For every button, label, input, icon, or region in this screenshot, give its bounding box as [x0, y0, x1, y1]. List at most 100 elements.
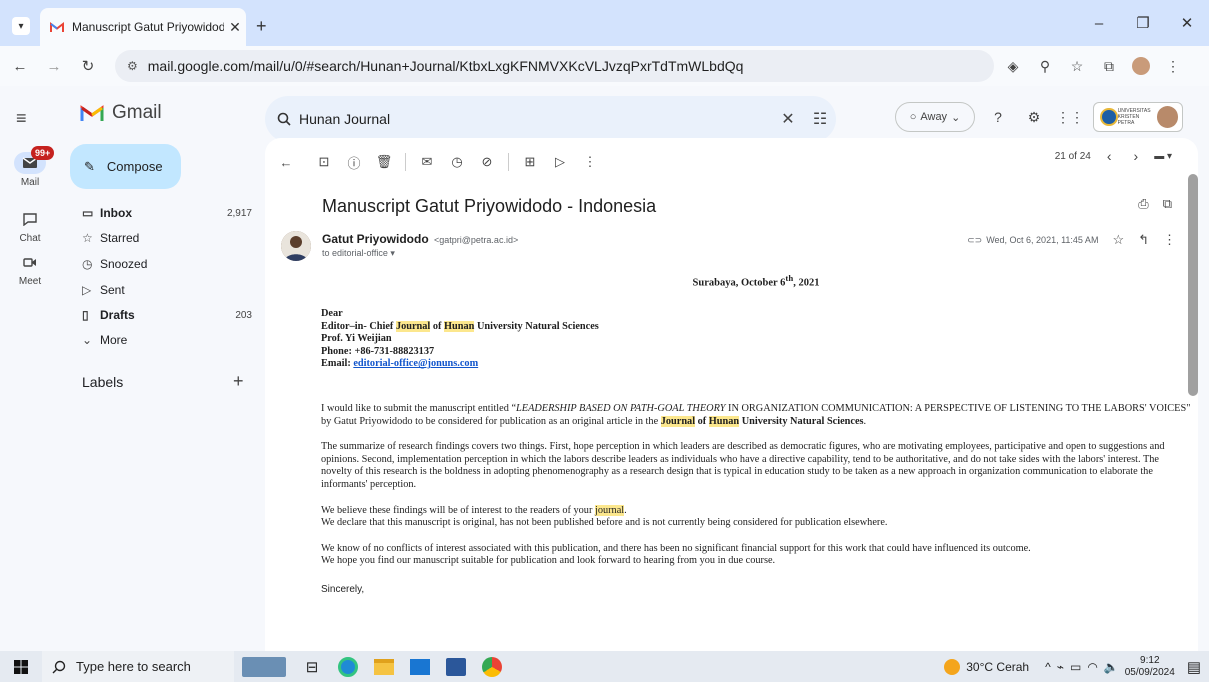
- sender-name[interactable]: Gatut Priyowidodo: [322, 232, 429, 246]
- lens-icon[interactable]: ◈: [1000, 52, 1026, 80]
- labels-heading: Labels: [82, 374, 124, 390]
- delete-icon[interactable]: 🗑: [369, 147, 399, 177]
- draft-icon: ▯: [82, 308, 89, 322]
- windows-start-icon[interactable]: [0, 659, 42, 674]
- apps-grid-icon[interactable]: ⋮⋮: [1056, 102, 1084, 132]
- nav-item-starred[interactable]: ☆ Starred: [70, 226, 260, 250]
- input-tools-icon[interactable]: ▬ ▾: [1154, 151, 1172, 162]
- back-to-search-icon[interactable]: ←: [271, 147, 301, 177]
- close-tab-icon[interactable]: ✕: [224, 19, 246, 36]
- site-info-icon[interactable]: ⚙: [127, 59, 138, 73]
- message-more-icon[interactable]: ⋮: [1163, 232, 1176, 248]
- message-meta: ⊂⊃ Wed, Oct 6, 2021, 11:45 AM ☆ ↰ ⋮: [967, 232, 1176, 248]
- mark-unread-icon[interactable]: ✉: [412, 147, 442, 177]
- report-spam-icon[interactable]: ⓘ: [339, 147, 369, 177]
- battery-icon[interactable]: ▭: [1070, 660, 1081, 674]
- weather-text[interactable]: 30°C Cerah: [966, 660, 1029, 674]
- snooze-icon[interactable]: ◷: [442, 147, 472, 177]
- star-icon[interactable]: ☆: [1112, 232, 1124, 248]
- help-icon[interactable]: ?: [985, 102, 1011, 132]
- browser-menu-icon[interactable]: ⋮: [1160, 52, 1186, 80]
- nav-item-snoozed[interactable]: ◷ Snoozed: [70, 252, 260, 276]
- archive-icon[interactable]: ⊡: [309, 147, 339, 177]
- more-options-icon[interactable]: ⋮: [575, 147, 605, 177]
- print-icon[interactable]: ⎙: [1138, 196, 1148, 212]
- profile-avatar-icon[interactable]: [1128, 52, 1154, 80]
- newer-icon[interactable]: ‹: [1101, 148, 1118, 164]
- nav-item-more[interactable]: ⌄ More: [70, 328, 260, 352]
- main-menu-icon[interactable]: ≡: [16, 108, 27, 129]
- tray-overflow-icon[interactable]: ^: [1045, 660, 1051, 674]
- gmail-brand: Gmail: [112, 102, 162, 123]
- settings-gear-icon[interactable]: ⚙: [1021, 102, 1047, 132]
- letter-dateline: Surabaya, October 6th, 2021: [692, 273, 820, 289]
- email-body: Surabaya, October 6th, 2021 Dear Editor–…: [321, 272, 1191, 597]
- chrome-icon[interactable]: [474, 651, 510, 682]
- search-icon[interactable]: [277, 112, 291, 126]
- message-datetime: Wed, Oct 6, 2021, 11:45 AM: [986, 235, 1099, 245]
- minimize-icon[interactable]: –: [1077, 0, 1121, 46]
- forward-icon[interactable]: →: [40, 52, 68, 80]
- status-button[interactable]: ○ Away ⌄: [895, 102, 975, 132]
- pager: 21 of 24 ‹ › ▬ ▾: [1055, 148, 1172, 164]
- mail-app-icon[interactable]: [402, 651, 438, 682]
- address-bar[interactable]: ⚙ mail.google.com/mail/u/0/#search/Hunan…: [115, 50, 994, 82]
- rail-meet[interactable]: Meet: [0, 251, 60, 287]
- wifi-icon[interactable]: ◠: [1087, 660, 1097, 674]
- editorial-email-link[interactable]: editorial-office@jonuns.com: [353, 358, 478, 369]
- weather-icon[interactable]: [944, 658, 961, 675]
- add-task-icon[interactable]: ⊘: [472, 147, 502, 177]
- word-icon[interactable]: [438, 651, 474, 682]
- restore-icon[interactable]: ❐: [1121, 0, 1165, 46]
- volume-icon[interactable]: 🔈: [1104, 660, 1119, 674]
- extensions-icon[interactable]: ⧉: [1096, 52, 1122, 80]
- open-new-window-icon[interactable]: ⧉: [1163, 196, 1172, 212]
- scrollbar-thumb[interactable]: [1188, 174, 1198, 396]
- closing: Sincerely,: [321, 584, 365, 595]
- gmail-app: ≡ Mail Chat Meet 99+ Gmail ✎ Compose ▭ I…: [0, 86, 1209, 651]
- label-icon[interactable]: ▷: [545, 147, 575, 177]
- status-dot-icon: ○: [909, 111, 917, 123]
- zoom-icon[interactable]: ⚲: [1032, 52, 1058, 80]
- compose-button[interactable]: ✎ Compose: [70, 144, 181, 189]
- new-tab-icon[interactable]: +: [256, 16, 267, 37]
- clear-search-icon[interactable]: ✕: [772, 109, 804, 129]
- mail-search-bar[interactable]: Hunan Journal ✕ ☷: [265, 96, 836, 142]
- task-view-icon[interactable]: ⊟: [294, 651, 330, 682]
- network-icon[interactable]: ⌁: [1057, 660, 1064, 674]
- close-window-icon[interactable]: ✕: [1165, 0, 1209, 46]
- older-icon[interactable]: ›: [1128, 148, 1145, 164]
- tab-title: Manuscript Gatut Priyowidodo: [72, 20, 224, 34]
- file-explorer-icon[interactable]: [366, 651, 402, 682]
- recipient-line[interactable]: to editorial-office ▾: [322, 248, 395, 259]
- search-input[interactable]: Hunan Journal: [291, 111, 772, 127]
- nav-item-drafts[interactable]: ▯ Drafts 203: [70, 303, 260, 327]
- inbox-icon: ▭: [82, 206, 94, 220]
- nav-item-sent[interactable]: ▷ Sent: [70, 278, 260, 302]
- search-options-icon[interactable]: ☷: [804, 109, 836, 129]
- reply-icon[interactable]: ↰: [1138, 232, 1149, 248]
- back-icon[interactable]: ←: [6, 52, 34, 80]
- browser-tab[interactable]: Manuscript Gatut Priyowidodo ✕: [40, 8, 246, 46]
- search-highlight: Hunan: [444, 320, 475, 332]
- edge-icon[interactable]: [330, 651, 366, 682]
- gmail-logo[interactable]: Gmail: [80, 102, 162, 124]
- city-widget-icon[interactable]: [234, 651, 294, 682]
- window-controls: – ❐ ✕: [1077, 0, 1209, 46]
- message-view: ← ⊡ ⓘ 🗑 ✉ ◷ ⊘ ⊞ ▷ ⋮ 21 of 24 ‹ › ▬ ▾ Man…: [265, 138, 1198, 651]
- nav-item-inbox[interactable]: ▭ Inbox 2,917: [70, 201, 260, 225]
- sender-avatar[interactable]: [281, 231, 311, 261]
- clock[interactable]: 9:12 05/09/2024: [1125, 655, 1175, 679]
- account-switcher[interactable]: UNIVERSITAS KRISTEN PETRA: [1093, 102, 1183, 132]
- rail-chat[interactable]: Chat: [0, 208, 60, 244]
- add-label-icon[interactable]: +: [233, 371, 244, 392]
- bookmark-star-icon[interactable]: ☆: [1064, 52, 1090, 80]
- move-to-icon[interactable]: ⊞: [515, 147, 545, 177]
- toolbar-divider: [508, 153, 509, 171]
- address-bar-actions: ◈ ⚲ ☆ ⧉ ⋮: [1000, 52, 1186, 80]
- notifications-icon[interactable]: ▤: [1187, 658, 1201, 676]
- reload-icon[interactable]: ↻: [74, 52, 102, 80]
- taskbar-search[interactable]: Type here to search: [42, 651, 234, 682]
- tab-search-chevron-icon[interactable]: ▾: [12, 17, 30, 35]
- org-name: UNIVERSITAS KRISTEN PETRA: [1117, 108, 1151, 126]
